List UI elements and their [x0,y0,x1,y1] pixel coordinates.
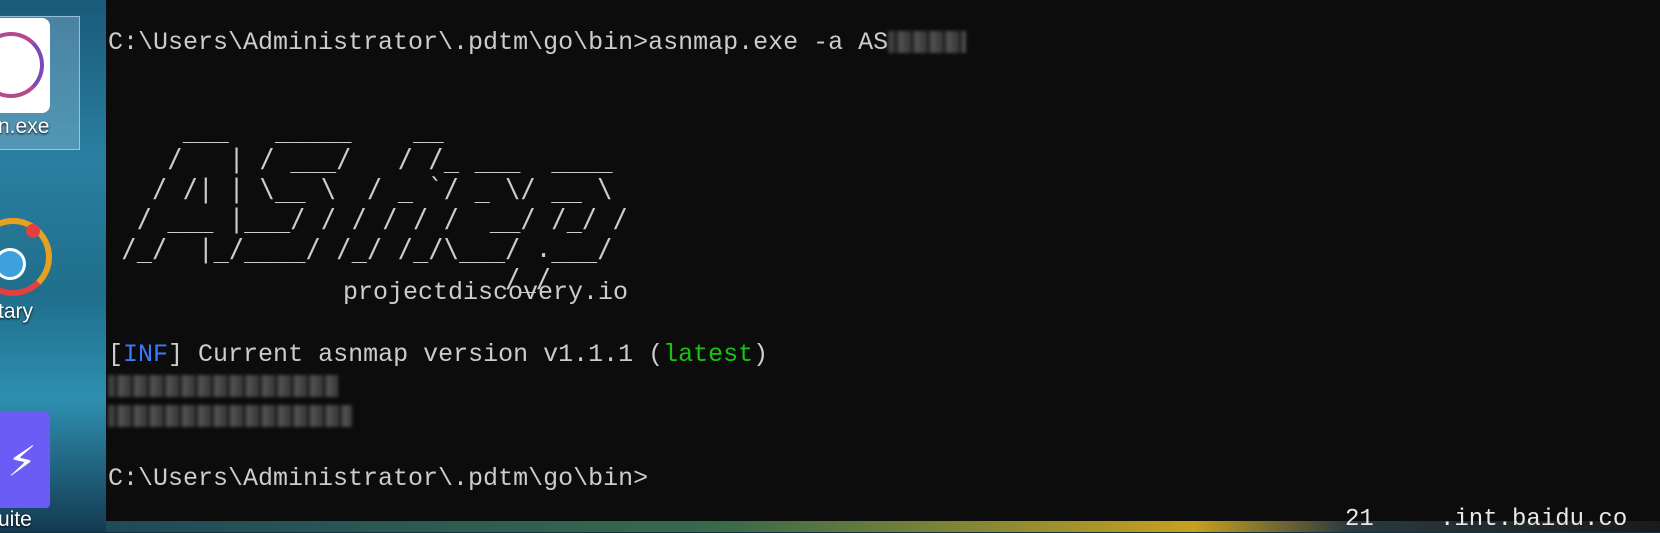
desktop-icon-label-1[interactable]: n.exe [0,115,49,139]
inf-end: ) [753,340,769,369]
inf-message: Current asnmap version v1.1.1 ( [183,340,664,369]
command-line: C:\Users\Administrator\.pdtm\go\bin>asnm… [108,28,967,58]
terminal-window[interactable]: C:\Users\Administrator\.pdtm\go\bin>asnm… [106,0,1660,521]
asnmap-ascii-banner: ___ _____ __ / | / ___/ / /_ ___ ____ / … [121,114,628,294]
command-text: asnmap.exe -a AS [648,28,889,57]
taskbar-number: 21 [1345,506,1374,533]
taskbar-domain-text: .int.baidu.co [1440,506,1628,533]
version-info-line: [INF] Current asnmap version v1.1.1 (lat… [108,340,768,370]
inf-tag: INF [123,340,169,369]
redacted-asn [888,31,967,54]
radar-dot-icon [26,224,40,238]
redacted-result-2 [108,402,352,432]
desktop-strip: n.exe tary ⚡ uite [0,0,106,532]
latest-label: latest [663,340,754,369]
desktop-icon-label-3[interactable]: uite [0,508,32,532]
inf-open-bracket: [ [108,340,124,369]
prompt-line: C:\Users\Administrator\.pdtm\go\bin> [108,464,648,494]
desktop-icon-label-2[interactable]: tary [0,300,33,324]
bolt-app-icon[interactable]: ⚡ [0,412,50,508]
site-line: projectdiscovery.io [343,278,629,307]
redacted-cidr-2 [108,405,352,428]
prompt: C:\Users\Administrator\.pdtm\go\bin> [108,28,649,57]
redacted-result-1 [108,372,338,402]
redacted-cidr-1 [108,375,338,398]
taskbar-strip [106,521,1660,532]
inf-close-bracket: ] [168,340,184,369]
prompt: C:\Users\Administrator\.pdtm\go\bin> [108,464,649,493]
